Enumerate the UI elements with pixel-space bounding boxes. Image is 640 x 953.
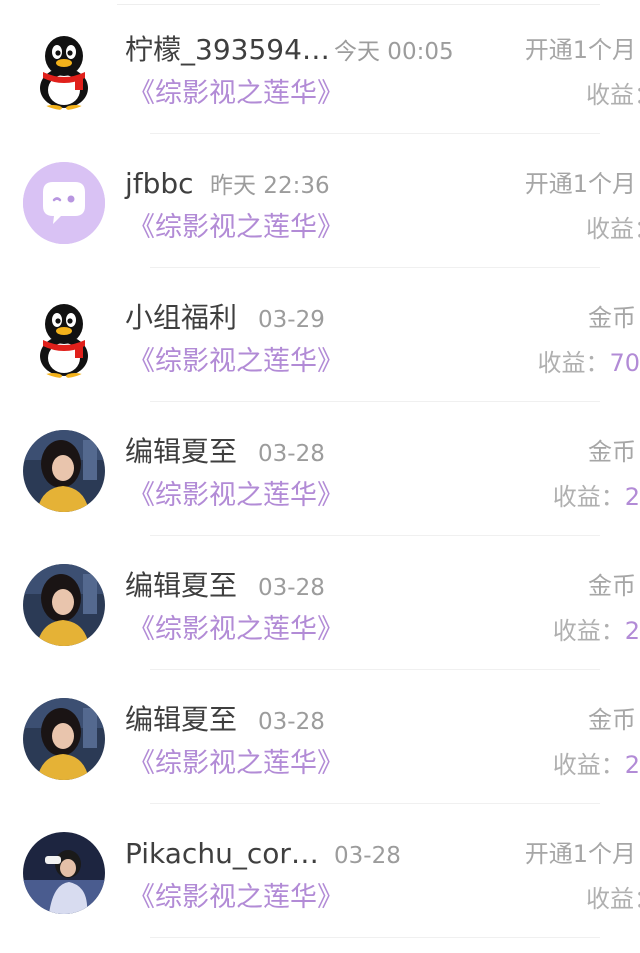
earnings-label: 收益：: [586, 885, 640, 913]
username[interactable]: 编辑夏至: [125, 434, 237, 470]
earnings: 收益：2: [553, 480, 640, 514]
earnings-label: 收益：: [552, 617, 625, 645]
timestamp: 03-28: [258, 575, 325, 601]
earnings-value: 70: [609, 349, 640, 377]
list-item[interactable]: 编辑夏至 03-28 《综影视之莲华》 金币 收益：2: [0, 670, 640, 804]
divider: [150, 937, 600, 938]
timestamp: 03-29: [258, 307, 325, 333]
username[interactable]: 柠檬_393594…: [125, 32, 330, 68]
username[interactable]: 小组福利: [125, 300, 237, 336]
action-label: 金币: [588, 706, 636, 734]
earnings: 收益：2: [553, 748, 640, 782]
book-title-link[interactable]: 《综影视之莲华》: [128, 612, 344, 648]
earnings: 收益：: [586, 882, 640, 916]
timestamp: 03-28: [334, 843, 401, 869]
earnings-label: 收益：: [537, 349, 610, 377]
earnings: 收益：: [586, 212, 640, 246]
action-label: 开通1个月: [524, 36, 636, 64]
book-title-link[interactable]: 《综影视之莲华》: [128, 344, 344, 380]
action-label: 金币: [588, 304, 636, 332]
action-label: 金币: [588, 438, 636, 466]
action-label: 开通1个月: [524, 170, 636, 198]
list-item[interactable]: jfbbc 昨天 22:36 《综影视之莲华》 开通1个月 收益：: [0, 134, 640, 268]
list-item[interactable]: Pikachu_cor… 03-28 《综影视之莲华》 开通1个月 收益：: [0, 804, 640, 938]
list-item[interactable]: 小组福利 03-29 《综影视之莲华》 金币 收益：70: [0, 268, 640, 402]
list-item[interactable]: 柠檬_393594… 今天 00:05 《综影视之莲华》 开通1个月 收益：: [0, 0, 640, 134]
book-title-link[interactable]: 《综影视之莲华》: [128, 880, 344, 916]
earnings-value: 2: [624, 483, 640, 511]
username[interactable]: Pikachu_cor…: [125, 836, 319, 872]
chat-bubble-icon[interactable]: [23, 162, 105, 244]
list-item[interactable]: 编辑夏至 03-28 《综影视之莲华》 金币 收益：2: [0, 402, 640, 536]
timestamp: 03-28: [258, 709, 325, 735]
transaction-list: 柠檬_393594… 今天 00:05 《综影视之莲华》 开通1个月 收益： j…: [0, 0, 640, 953]
username[interactable]: jfbbc: [125, 166, 194, 202]
book-title-link[interactable]: 《综影视之莲华》: [128, 478, 344, 514]
user-photo[interactable]: [23, 698, 105, 780]
earnings: 收益：: [586, 78, 640, 112]
action-label: 金币: [588, 572, 636, 600]
earnings-label: 收益：: [552, 483, 625, 511]
earnings: 收益：70: [537, 346, 640, 380]
book-title-link[interactable]: 《综影视之莲华》: [128, 76, 344, 112]
earnings-label: 收益：: [586, 81, 640, 109]
username[interactable]: 编辑夏至: [125, 568, 237, 604]
earnings: 收益：2: [553, 614, 640, 648]
earnings-value: 2: [624, 751, 640, 779]
penguin-icon[interactable]: [23, 296, 105, 378]
user-photo[interactable]: [23, 832, 105, 914]
timestamp: 昨天 22:36: [210, 173, 330, 199]
earnings-label: 收益：: [552, 751, 625, 779]
earnings-value: 2: [624, 617, 640, 645]
penguin-icon[interactable]: [23, 28, 105, 110]
timestamp: 03-28: [258, 441, 325, 467]
book-title-link[interactable]: 《综影视之莲华》: [128, 210, 344, 246]
timestamp: 今天 00:05: [334, 39, 454, 65]
action-label: 开通1个月: [524, 840, 636, 868]
username[interactable]: 编辑夏至: [125, 702, 237, 738]
user-photo[interactable]: [23, 430, 105, 512]
earnings-label: 收益：: [586, 215, 640, 243]
user-photo[interactable]: [23, 564, 105, 646]
book-title-link[interactable]: 《综影视之莲华》: [128, 746, 344, 782]
list-item[interactable]: 编辑夏至 03-28 《综影视之莲华》 金币 收益：2: [0, 536, 640, 670]
